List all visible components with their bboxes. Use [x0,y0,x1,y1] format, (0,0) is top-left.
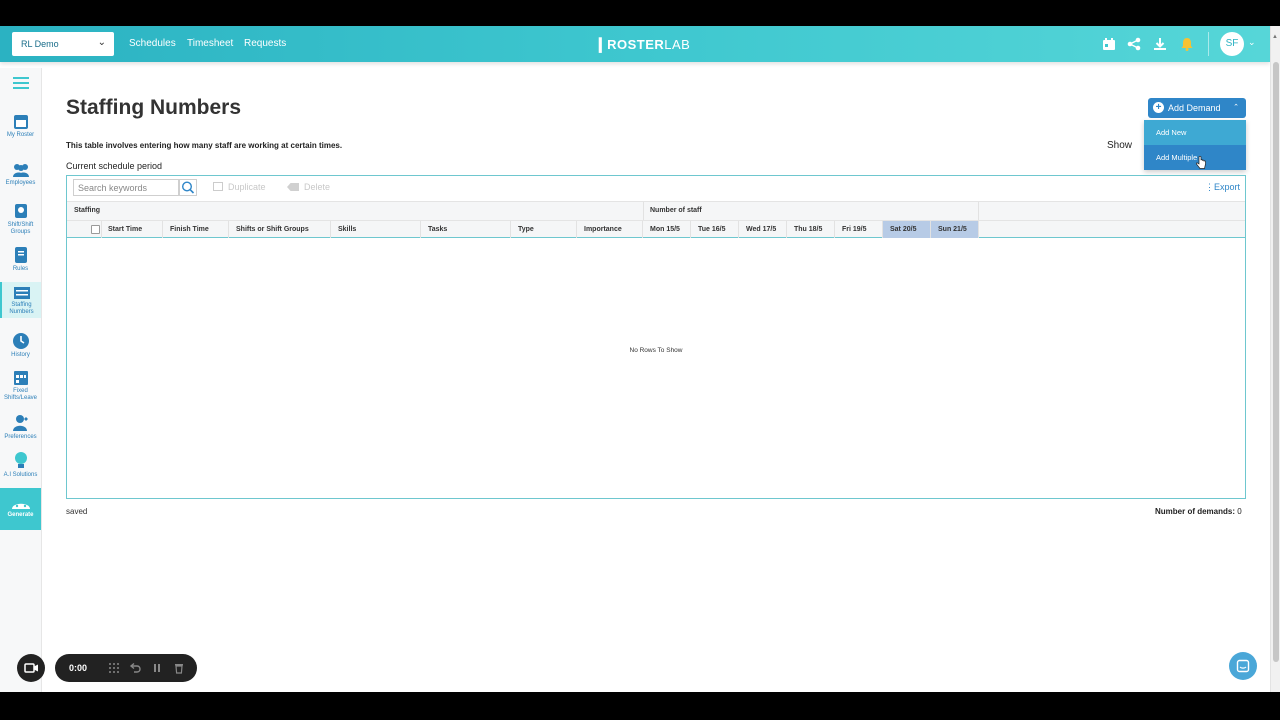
sidebar-item-employees[interactable]: Employees [0,162,41,187]
chevron-up-icon: ⌃ [1233,104,1239,111]
search-button[interactable] [179,179,197,196]
calendar-icon [13,115,28,129]
sidebar-item-rules[interactable]: Rules [0,246,41,273]
search-input[interactable]: Search keywords [73,179,179,196]
book-icon [14,247,27,263]
page-scrollbar[interactable]: ▲ [1270,26,1280,692]
table-icon [13,287,30,299]
calendar-icon[interactable] [1101,36,1117,52]
sidebar-item-shift-groups[interactable]: Shift/Shift Groups [0,202,41,236]
empty-table-message: No Rows To Show [629,347,683,354]
robot-icon [11,503,30,509]
video-camera-icon [24,663,38,673]
table-column-header: Start Time Finish Time Shifts or Shift G… [67,220,1245,238]
menu-item-add-multiple[interactable]: Add Multiple [1144,145,1246,170]
menu-item-add-new[interactable]: Add New [1144,120,1246,145]
shift-icon [14,204,27,218]
history-icon [12,333,29,349]
app-window: RL Demo ⌄ Schedules Timesheet Requests ❙… [0,26,1280,692]
demand-count: Number of demands: 0 [1155,507,1242,516]
sidebar: My Roster Employees Shift/Shift Groups R… [0,68,42,692]
col-mon[interactable]: Mon 15/5 [643,221,691,238]
chat-button[interactable] [1229,652,1257,680]
col-fri[interactable]: Fri 19/5 [835,221,883,238]
col-tasks[interactable]: Tasks [421,221,511,238]
top-header: RL Demo ⌄ Schedules Timesheet Requests ❙… [0,26,1270,62]
camera-button[interactable] [17,654,45,682]
sidebar-item-history[interactable]: History [0,332,41,359]
col-importance[interactable]: Importance [577,221,643,238]
sidebar-item-my-roster[interactable]: My Roster [0,112,41,139]
avatar[interactable]: SF [1220,32,1244,56]
pause-icon[interactable] [151,662,163,674]
col-finish-time[interactable]: Finish Time [163,221,229,238]
select-all-checkbox[interactable] [91,225,100,234]
scroll-up-arrow-icon[interactable]: ▲ [1272,34,1278,40]
col-wed[interactable]: Wed 17/5 [739,221,787,238]
search-icon [181,181,195,194]
duplicate-button[interactable]: Duplicate [213,182,266,192]
org-select[interactable]: RL Demo ⌄ [12,32,114,56]
calendar-grid-icon [13,371,28,385]
sidebar-item-staffing-numbers[interactable]: Staffing Numbers [0,282,41,318]
org-select-value: RL Demo [21,39,59,49]
rosterlab-logo: ❙ROSTERLAB [594,36,691,53]
col-type[interactable]: Type [511,221,577,238]
col-sat[interactable]: Sat 20/5 [883,221,931,238]
hamburger-icon [12,77,29,89]
col-sun[interactable]: Sun 21/5 [931,221,979,238]
sidebar-menu-toggle[interactable] [0,76,41,90]
nav-requests[interactable]: Requests [244,38,286,49]
sidebar-item-preferences[interactable]: Preferences [0,414,41,441]
delete-button[interactable]: Delete [287,182,330,192]
nav-timesheet[interactable]: Timesheet [187,38,233,49]
undo-icon[interactable] [129,662,141,674]
group-staffing: Staffing [74,207,101,214]
chevron-down-icon: ⌄ [97,37,106,48]
col-shifts[interactable]: Shifts or Shift Groups [229,221,331,238]
nav-schedules[interactable]: Schedules [129,38,176,49]
group-number-of-staff: Number of staff [650,207,702,214]
trash-icon[interactable] [173,662,185,674]
download-icon[interactable] [1152,36,1168,52]
people-icon [12,164,29,177]
recorder-toolbar: 0:00 [55,654,197,682]
schedule-period-label: Current schedule period [66,161,163,171]
save-status: saved [66,507,88,516]
sidebar-item-generate[interactable]: Generate [0,488,41,530]
col-thu[interactable]: Thu 18/5 [787,221,835,238]
bell-icon[interactable] [1179,36,1195,52]
staffing-table: Search keywords Duplicate Delete ⋮Export… [66,175,1246,499]
recording-time: 0:00 [69,663,88,673]
backspace-icon [287,183,299,191]
export-button[interactable]: ⋮Export [1205,182,1240,193]
hand-cursor-icon [1196,156,1206,169]
sidebar-item-ai-solutions[interactable]: A.I Solutions [0,450,41,479]
person-heart-icon [12,415,28,431]
scrollbar-thumb[interactable] [1273,62,1279,662]
page-description: This table involves entering how many st… [66,141,343,150]
more-vertical-icon: ⋮ [1205,182,1214,192]
share-icon[interactable] [1126,36,1142,52]
col-start-time[interactable]: Start Time [102,221,163,238]
show-label: Show [1107,140,1133,151]
grid-icon[interactable] [108,662,120,674]
copy-icon [213,182,223,191]
plus-icon: + [1153,102,1164,113]
add-demand-button[interactable]: + Add Demand ⌃ [1148,98,1246,118]
col-skills[interactable]: Skills [331,221,421,238]
select-all-cell [67,221,102,238]
sidebar-item-fixed-shifts-leave[interactable]: Fixed Shifts/Leave [0,368,41,402]
add-demand-menu: Add New Add Multiple [1144,120,1246,170]
lightbulb-icon [14,452,27,468]
col-tue[interactable]: Tue 16/5 [691,221,739,238]
chevron-down-icon[interactable]: ⌄ [1248,37,1256,48]
page-title: Staffing Numbers [66,96,242,119]
table-group-header: Staffing Number of staff [67,201,1245,220]
add-demand-label: Add Demand [1168,103,1221,113]
chat-icon [1236,659,1250,673]
